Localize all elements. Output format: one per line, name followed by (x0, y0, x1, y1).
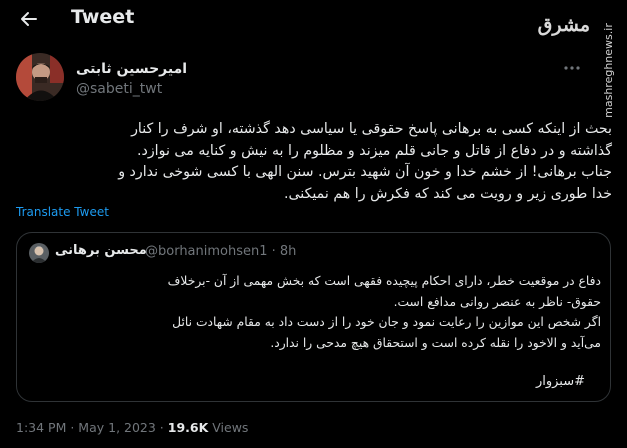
watermark-url: mashreghnews.ir (596, 10, 620, 130)
quote-line: حقوق- ناظر به عنصر روانی مدافع است. (393, 294, 601, 309)
quote-author-avatar (29, 243, 49, 263)
quoted-tweet-card[interactable]: محسن برهانی @borhanimohsen1 · 8h دفاع در… (16, 232, 611, 402)
author-name[interactable]: امیرحسین ثابتی (76, 61, 187, 77)
quote-hashtag: #سبزوار (535, 374, 585, 389)
more-horizontal-icon (564, 66, 580, 70)
views-label: Views (212, 420, 249, 435)
watermark-url-text: mashreghnews.ir (601, 22, 615, 118)
back-button[interactable] (16, 6, 42, 32)
meta-separator: · (66, 420, 79, 435)
author-handle[interactable]: @sabeti_twt (76, 81, 162, 97)
meta-separator: · (155, 420, 168, 435)
tweet-meta: 1:34 PM · May 1, 2023 · 19.6K Views (16, 420, 248, 435)
tweet-line: جناب برهانی! از خشم خدا و خون آن شهید بت… (118, 164, 612, 180)
author-avatar[interactable] (16, 53, 64, 101)
header: Tweet (0, 0, 627, 40)
watermark-logo: مشرق (537, 14, 590, 36)
tweet-text: بحث از اینکه کسی به برهانی پاسخ حقوقی یا… (16, 119, 612, 205)
tweet-line: بحث از اینکه کسی به برهانی پاسخ حقوقی یا… (131, 121, 612, 137)
arrow-left-icon (21, 12, 37, 26)
avatar-image (16, 53, 64, 101)
tweet-page: Tweet مشرق mashreghnews.ir امیرحسین ثابت… (0, 0, 627, 448)
quote-avatar-image (29, 243, 49, 263)
tweet-line: گذاشته و در دفاع از قاتل و جانی قلم میزن… (137, 142, 612, 159)
quote-author-handle: @borhanimohsen1 · 8h (145, 244, 297, 259)
translate-tweet-link[interactable]: Translate Tweet (16, 205, 109, 219)
quote-author-name: محسن برهانی (55, 243, 147, 258)
tweet-date[interactable]: May 1, 2023 (78, 420, 156, 435)
quote-line: می‌آید و الاخود را نقله کرده است و استحق… (270, 335, 601, 350)
tweet-time[interactable]: 1:34 PM (16, 420, 66, 435)
tweet-line: خدا طوری زیر و رویت می کند که فکرش را هم… (283, 185, 612, 202)
more-options-button[interactable] (561, 59, 583, 77)
quote-text: دفاع در موقعیت خطر، دارای احکام پیچیده ف… (29, 271, 601, 353)
quote-line: اگر شخص این موازین را رعایت نمود و جان خ… (172, 315, 601, 330)
page-title: Tweet (71, 6, 135, 28)
quote-line: دفاع در موقعیت خطر، دارای احکام پیچیده ف… (167, 274, 601, 288)
views-count: 19.6K (167, 420, 209, 435)
